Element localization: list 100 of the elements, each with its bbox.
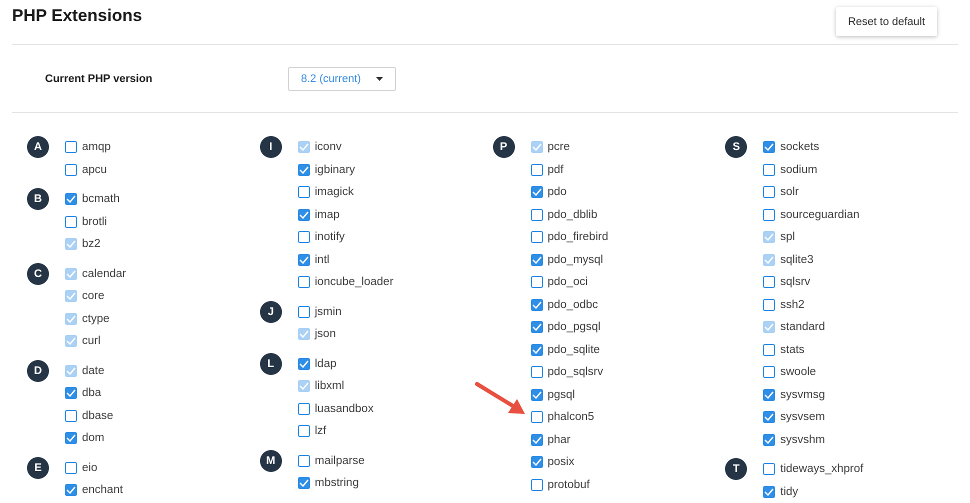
extension-label: standard — [780, 321, 826, 333]
checkbox[interactable] — [530, 434, 542, 446]
extension-label: phar — [548, 434, 571, 446]
extension-label: dba — [82, 387, 102, 399]
extension-label: phalcon5 — [548, 411, 594, 423]
checkbox[interactable] — [65, 164, 77, 176]
extension-label: sqlsrv — [780, 276, 810, 288]
checkbox[interactable] — [298, 254, 310, 266]
extension-label: tideways_xhprof — [780, 463, 864, 475]
checkbox[interactable] — [530, 411, 542, 423]
checkbox[interactable] — [763, 366, 776, 378]
letter-badge: E — [27, 456, 49, 478]
extension-label: core — [82, 290, 104, 302]
reset-button[interactable]: Reset to default — [836, 7, 937, 36]
checkbox[interactable] — [763, 164, 776, 176]
checkbox[interactable] — [298, 208, 310, 220]
checkbox[interactable] — [530, 254, 542, 266]
extension-label: pdo_mysql — [548, 254, 604, 266]
extension-label: lzf — [314, 425, 326, 437]
checkbox[interactable] — [763, 463, 776, 475]
extension-label: json — [314, 328, 336, 340]
checkbox[interactable] — [298, 231, 310, 243]
extension-label: luasandbox — [314, 402, 374, 414]
checkbox[interactable] — [530, 366, 542, 378]
extension-label: amqp — [82, 141, 111, 153]
extension-label: sodium — [780, 164, 818, 176]
checkbox[interactable] — [763, 298, 776, 310]
extension-label: bcmath — [82, 193, 120, 205]
checkbox[interactable] — [65, 216, 77, 228]
extension-label: curl — [82, 335, 101, 347]
extension-label: dom — [82, 432, 104, 444]
extension-label: igbinary — [314, 164, 356, 176]
extension-label: posix — [548, 456, 574, 468]
extension-label: sockets — [780, 141, 820, 153]
checkbox[interactable] — [763, 434, 776, 446]
checkbox[interactable] — [298, 425, 310, 437]
extension-label: sysvshm — [780, 434, 825, 446]
extension-label: imagick — [314, 186, 354, 198]
checkbox[interactable] — [530, 186, 542, 198]
extension-label: imap — [314, 208, 340, 220]
checkbox[interactable] — [65, 387, 77, 399]
extension-label: brotli — [82, 216, 107, 228]
checkbox[interactable] — [763, 411, 776, 423]
letter-badge: J — [260, 300, 282, 322]
checkbox[interactable] — [298, 306, 310, 318]
checkbox[interactable] — [530, 456, 542, 468]
extension-label: dbase — [82, 410, 114, 422]
version-label: Current PHP version — [45, 72, 154, 84]
checkbox[interactable] — [530, 344, 542, 356]
checkbox[interactable] — [65, 410, 77, 422]
extension-label: pdo_sqlsrv — [548, 366, 604, 378]
extension-label: stats — [780, 344, 805, 356]
checkbox[interactable] — [763, 208, 776, 220]
extension-label: iconv — [314, 141, 342, 153]
extension-label: libxml — [314, 380, 344, 392]
checkbox[interactable] — [298, 186, 310, 198]
checkbox[interactable] — [298, 477, 310, 489]
checkbox[interactable] — [298, 358, 310, 370]
letter-badge: P — [492, 136, 514, 158]
checkbox[interactable] — [763, 344, 776, 356]
checkbox[interactable] — [763, 276, 776, 288]
checkbox[interactable] — [530, 298, 542, 310]
checkbox[interactable] — [65, 462, 77, 474]
checkbox[interactable] — [298, 276, 310, 288]
checkbox[interactable] — [530, 208, 542, 220]
extension-label: ssh2 — [780, 298, 805, 310]
caret-icon — [376, 76, 383, 80]
checkbox[interactable] — [530, 164, 542, 176]
checkbox[interactable] — [763, 186, 776, 198]
extension-label: sysvmsg — [780, 388, 825, 400]
checkbox[interactable] — [298, 402, 310, 414]
checkbox[interactable] — [763, 141, 776, 153]
extension-label: sqlite3 — [780, 254, 814, 266]
extension-label: mbstring — [314, 477, 359, 489]
checkbox[interactable] — [763, 486, 776, 498]
checkbox[interactable] — [65, 193, 77, 205]
checkbox[interactable] — [65, 141, 77, 153]
extension-label: calendar — [82, 268, 126, 280]
extension-label: bz2 — [82, 238, 101, 250]
letter-badge: S — [725, 136, 748, 158]
page-title: PHP Extensions — [12, 6, 142, 26]
checkbox[interactable] — [65, 484, 77, 496]
checkbox[interactable] — [530, 388, 542, 400]
checkbox[interactable] — [530, 276, 542, 288]
extension-label: pdo_sqlite — [548, 344, 600, 356]
extension-label: mailparse — [314, 454, 365, 466]
extension-label: ioncube_loader — [314, 276, 394, 288]
checkbox[interactable] — [65, 432, 77, 444]
checkbox[interactable] — [530, 321, 542, 333]
checkbox[interactable] — [530, 231, 542, 243]
checkbox[interactable] — [298, 454, 310, 466]
extension-label: tidy — [780, 486, 798, 498]
extension-label: pgsql — [548, 388, 575, 400]
checkbox[interactable] — [298, 164, 310, 176]
checkbox[interactable] — [763, 388, 776, 400]
annotation-arrow — [475, 381, 527, 417]
extension-label: pdo_firebird — [548, 231, 608, 243]
extension-label: solr — [780, 186, 799, 198]
checkbox[interactable] — [530, 478, 542, 490]
extension-label: pdo_odbc — [548, 298, 598, 310]
